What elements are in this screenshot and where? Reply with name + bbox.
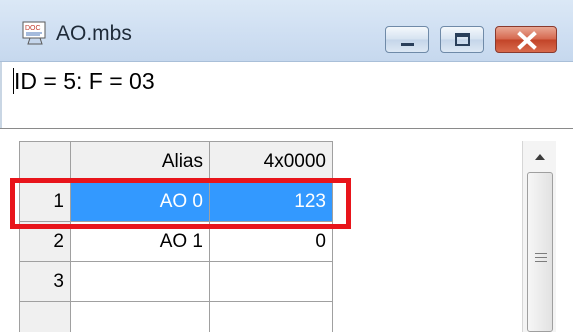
- grip-icon: [535, 253, 547, 265]
- row-header[interactable]: [19, 301, 71, 332]
- data-table[interactable]: Alias 4x0000 1 AO 0 123 2 AO 1 0 3: [19, 141, 333, 332]
- close-button[interactable]: [495, 26, 557, 53]
- window-title: AO.mbs: [56, 22, 132, 45]
- status-panel: ID = 5: F = 03: [0, 62, 573, 128]
- table-row[interactable]: 3: [19, 261, 333, 302]
- highlight-box: [10, 178, 351, 229]
- row-header[interactable]: 3: [19, 261, 71, 302]
- maximize-icon: [455, 33, 470, 46]
- alias-cell[interactable]: [70, 261, 210, 302]
- value-cell[interactable]: [209, 301, 333, 332]
- alias-cell[interactable]: [70, 301, 210, 332]
- corner-header[interactable]: [19, 141, 71, 182]
- header-row: Alias 4x0000: [19, 141, 333, 182]
- value-cell[interactable]: [209, 261, 333, 302]
- chevron-up-icon: [535, 154, 545, 160]
- minimize-button[interactable]: [385, 26, 429, 53]
- column-header-register[interactable]: 4x0000: [209, 141, 333, 182]
- scroll-up-button[interactable]: [523, 141, 556, 171]
- minimize-icon: [401, 43, 414, 46]
- close-icon: [517, 31, 537, 50]
- table-row[interactable]: [19, 301, 333, 332]
- scroll-thumb[interactable]: [527, 172, 553, 332]
- title-bar[interactable]: DOC AO.mbs: [0, 0, 573, 62]
- vertical-scrollbar[interactable]: [522, 141, 556, 332]
- register-grid[interactable]: Alias 4x0000 1 AO 0 123 2 AO 1 0 3: [0, 128, 573, 332]
- svg-text:DOC: DOC: [25, 25, 41, 32]
- column-header-alias[interactable]: Alias: [70, 141, 210, 182]
- doc-icon: DOC: [22, 21, 48, 45]
- status-text: ID = 5: F = 03: [14, 68, 155, 94]
- maximize-button[interactable]: [440, 26, 484, 53]
